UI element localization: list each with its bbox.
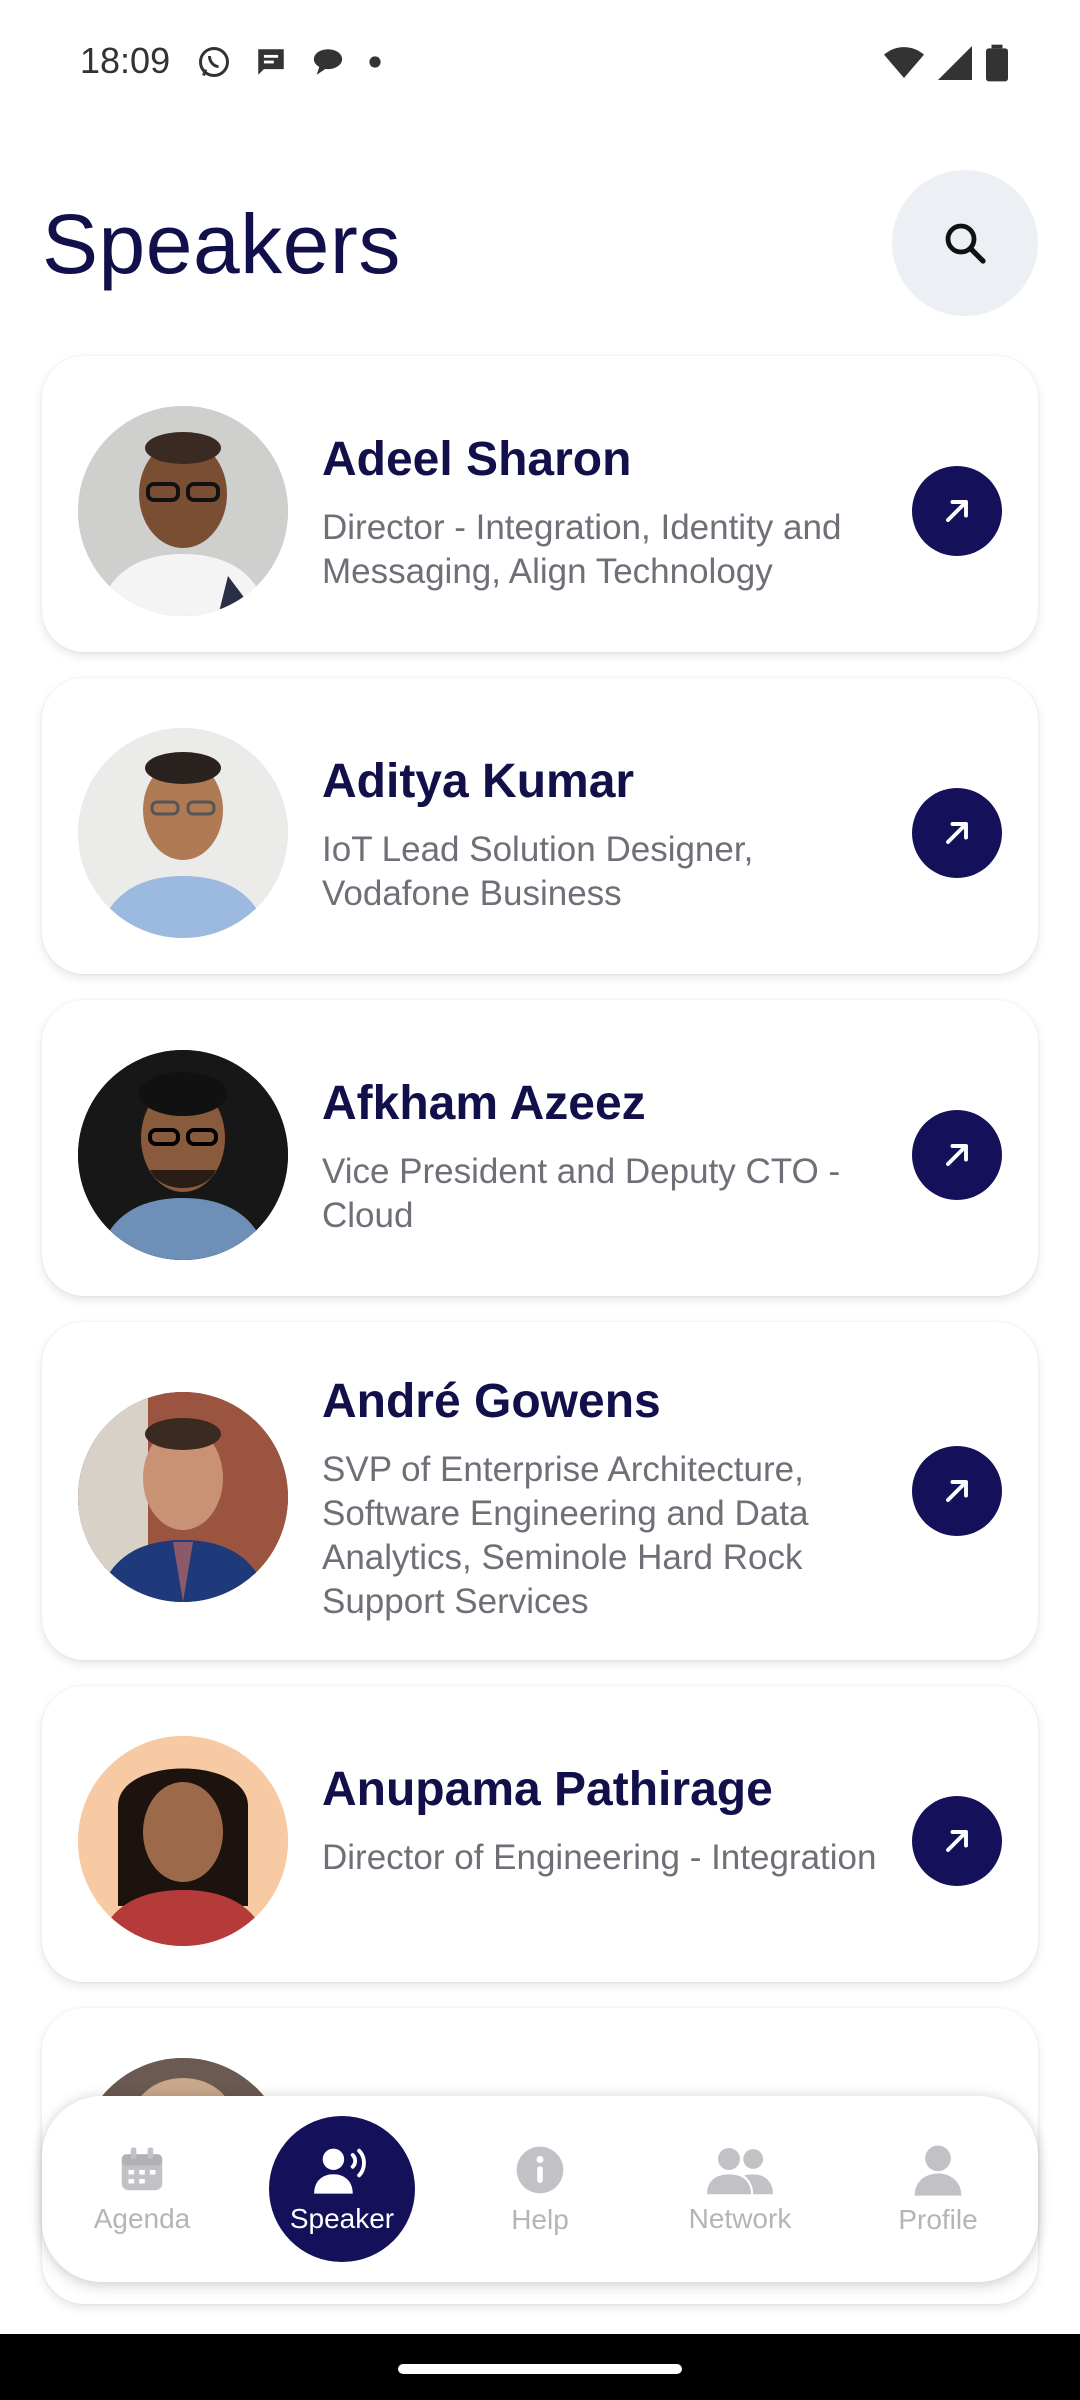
nav-item-speaker[interactable]: Speaker [242, 2096, 442, 2282]
page-title: Speakers [42, 197, 401, 291]
system-icons [884, 44, 1008, 82]
arrow-up-right-icon [946, 1144, 968, 1166]
whatsapp-icon [199, 47, 229, 77]
nav-item-profile[interactable]: Profile [838, 2096, 1038, 2282]
speaker-role: SVP of Enterprise Architecture, Software… [322, 1450, 809, 1621]
arrow-up-right-icon [946, 1480, 968, 1502]
speaker-name: Anupama Pathirage [322, 1763, 773, 1816]
signal-icon [938, 46, 972, 80]
home-indicator[interactable] [398, 2364, 682, 2374]
speaker-icon [314, 2148, 366, 2194]
arrow-up-right-icon [946, 822, 968, 844]
arrow-up-right-icon [946, 500, 968, 522]
avatar [78, 1736, 288, 1946]
speaker-role: Director of Engineering - Integration [322, 1838, 877, 1877]
avatar [78, 728, 288, 938]
info-icon [516, 2146, 564, 2194]
open-speaker-button[interactable] [912, 1796, 1002, 1886]
open-speaker-button[interactable] [912, 1446, 1002, 1536]
nav-label: Profile [898, 2204, 978, 2235]
open-speaker-button[interactable] [912, 1110, 1002, 1200]
speaker-card[interactable]: Aditya Kumar IoT Lead Solution Designer,… [42, 678, 1038, 974]
people-icon [707, 2148, 773, 2195]
speaker-name: Adeel Sharon [322, 433, 632, 486]
status-bar: 18:09 [0, 0, 1080, 128]
search-icon [945, 223, 986, 264]
nav-label: Network [688, 2203, 792, 2234]
speaker-role: Vice President and Deputy CTO - Cloud [322, 1152, 841, 1235]
open-speaker-button[interactable] [912, 788, 1002, 878]
speaker-card[interactable]: André Gowens SVP of Enterprise Architect… [42, 1322, 1038, 1660]
speaker-card[interactable]: Anupama Pathirage Director of Engineerin… [42, 1686, 1038, 1982]
wifi-icon [884, 47, 924, 78]
battery-icon [986, 44, 1008, 82]
dot-icon [369, 56, 381, 68]
speaker-name: Afkham Azeez [322, 1077, 646, 1130]
bottom-nav: Agenda Speaker Help Network Profile [42, 2096, 1038, 2282]
nav-label: Speaker [289, 2203, 395, 2234]
search-button[interactable] [892, 170, 1038, 316]
chat-bubble-icon [313, 49, 343, 75]
speaker-role: IoT Lead Solution Designer, Vodafone Bus… [322, 830, 754, 913]
person-icon [914, 2145, 962, 2196]
nav-label: Agenda [93, 2203, 191, 2234]
avatar [78, 1050, 288, 1260]
speaker-card[interactable]: Afkham Azeez Vice President and Deputy C… [42, 1000, 1038, 1296]
message-icon [258, 49, 284, 75]
avatar [78, 1392, 288, 1602]
nav-item-help[interactable]: Help [440, 2096, 640, 2282]
nav-item-agenda[interactable]: Agenda [42, 2096, 242, 2282]
nav-item-network[interactable]: Network [640, 2096, 840, 2282]
avatar [78, 406, 288, 616]
speaker-role: Director - Integration, Identity and Mes… [322, 508, 842, 591]
nav-label: Help [511, 2204, 569, 2235]
speaker-name: André Gowens [322, 1375, 661, 1428]
calendar-icon [121, 2147, 163, 2191]
speaker-name: Aditya Kumar [322, 755, 635, 808]
status-time: 18:09 [80, 40, 171, 81]
arrow-up-right-icon [946, 1830, 968, 1852]
speaker-card[interactable]: Adeel Sharon Director - Integration, Ide… [42, 356, 1038, 652]
notification-icons [196, 44, 382, 80]
open-speaker-button[interactable] [912, 466, 1002, 556]
gesture-bar [0, 2334, 1080, 2400]
